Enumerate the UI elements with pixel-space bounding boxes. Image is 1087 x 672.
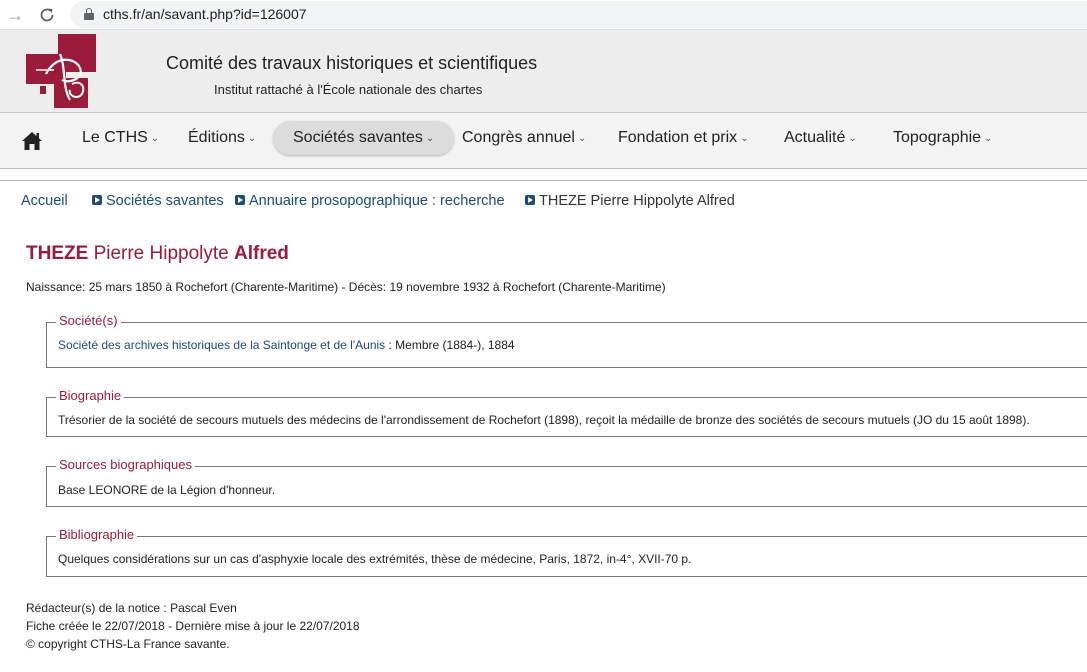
chevron-down-icon: ⌄ xyxy=(150,133,160,144)
divider xyxy=(0,180,1087,181)
section-legend: Bibliographie xyxy=(56,527,138,542)
url-text: cths.fr/an/savant.php?id=126007 xyxy=(103,6,307,22)
arrow-right-icon xyxy=(92,195,102,205)
browser-toolbar: → cths.fr/an/savant.php?id=126007 xyxy=(0,0,1087,30)
site-title: Comité des travaux historiques et scient… xyxy=(166,53,538,73)
breadcrumb-societes-savantes[interactable]: Sociétés savantes xyxy=(92,193,224,209)
person-given-names: Pierre Hippolyte xyxy=(93,243,229,264)
breadcrumb-current: THEZE Pierre Hippolyte Alfred xyxy=(525,193,735,209)
home-icon[interactable] xyxy=(21,131,43,151)
section-legend: Biographie xyxy=(56,388,125,403)
nav-item-le-cths[interactable]: Le CTHS ⌄ xyxy=(72,121,169,155)
copyright-text: © copyright CTHS-La France savante. xyxy=(26,637,230,651)
person-usual-name: Alfred xyxy=(234,243,289,264)
chevron-down-icon: ⌄ xyxy=(848,133,857,144)
back-arrow-icon[interactable]: → xyxy=(4,4,26,26)
nav-item-congres-annuel[interactable]: Congrès annuel ⌄ xyxy=(452,121,596,155)
nav-item-editions[interactable]: Éditions ⌄ xyxy=(178,121,266,155)
section-biographie: Biographie Trésorier de la société de se… xyxy=(46,388,1087,437)
birth-death-info: Naissance: 25 mars 1850 à Rochefort (Cha… xyxy=(26,280,666,294)
chevron-down-icon: ⌄ xyxy=(984,133,993,144)
chevron-down-icon: ⌄ xyxy=(247,133,257,144)
notice-footer: Rédacteur(s) de la notice : Pascal Even … xyxy=(26,599,360,653)
main-navigation: Le CTHS ⌄ Éditions ⌄ Sociétés savantes ⌄ Co… xyxy=(0,113,1087,169)
section-bibliographie: Bibliographie Quelques considérations su… xyxy=(46,527,1087,577)
breadcrumb-home[interactable]: Accueil xyxy=(21,193,68,209)
society-link[interactable]: Société des archives historiques de la S… xyxy=(58,338,385,352)
arrow-right-icon xyxy=(235,195,245,205)
notice-author: Rédacteur(s) de la notice : Pascal Even xyxy=(26,601,237,615)
biography-text: Trésorier de la société de secours mutue… xyxy=(58,413,1030,427)
address-bar[interactable]: cths.fr/an/savant.php?id=126007 xyxy=(70,1,1087,28)
sources-text: Base LEONORE de la Légion d'honneur. xyxy=(58,483,276,497)
notice-dates: Fiche créée le 22/07/2018 - Dernière mis… xyxy=(26,619,360,633)
nav-item-fondation-et-prix[interactable]: Fondation et prix ⌄ xyxy=(608,121,759,155)
bibliography-text: Quelques considérations sur un cas d'asp… xyxy=(58,552,692,566)
lock-icon xyxy=(84,8,94,20)
site-subtitle: Institut rattaché à l'École nationale de… xyxy=(214,82,483,97)
section-content: Société des archives historiques de la S… xyxy=(58,338,515,352)
page-title: THEZE Pierre Hippolyte Alfred xyxy=(26,243,289,265)
section-legend: Sources biographiques xyxy=(56,457,195,472)
person-surname: THEZE xyxy=(26,243,89,264)
arrow-right-icon xyxy=(525,195,535,205)
section-legend: Société(s) xyxy=(56,313,121,328)
section-societes: Société(s) Société des archives historiq… xyxy=(46,313,1087,368)
chevron-down-icon: ⌄ xyxy=(740,133,749,144)
section-sources: Sources biographiques Base LEONORE de la… xyxy=(46,457,1087,507)
nav-item-topographie[interactable]: Topographie ⌄ xyxy=(883,121,1002,155)
chevron-down-icon: ⌄ xyxy=(425,133,435,144)
site-header: Comité des travaux historiques et scient… xyxy=(0,30,1087,113)
chevron-down-icon: ⌄ xyxy=(577,133,587,144)
cths-logo[interactable] xyxy=(26,34,96,108)
nav-item-actualite[interactable]: Actualité ⌄ xyxy=(774,121,867,155)
membership-detail: : Membre (1884-), 1884 xyxy=(385,338,515,352)
nav-item-societes-savantes[interactable]: Sociétés savantes ⌄ xyxy=(273,121,455,155)
breadcrumb-annuaire[interactable]: Annuaire prosopographique : recherche xyxy=(235,193,505,209)
reload-icon[interactable] xyxy=(36,4,58,26)
